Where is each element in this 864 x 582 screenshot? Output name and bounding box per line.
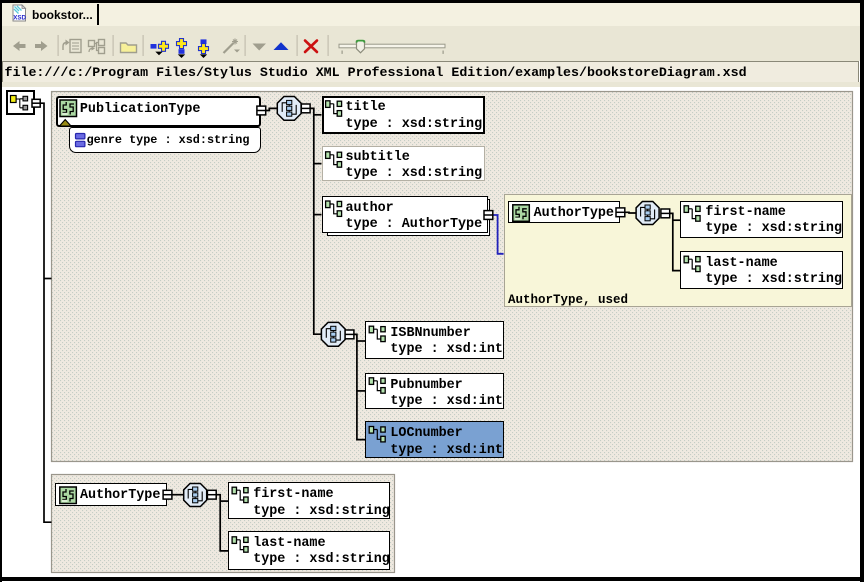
svg-text:XSD: XSD xyxy=(13,15,26,22)
